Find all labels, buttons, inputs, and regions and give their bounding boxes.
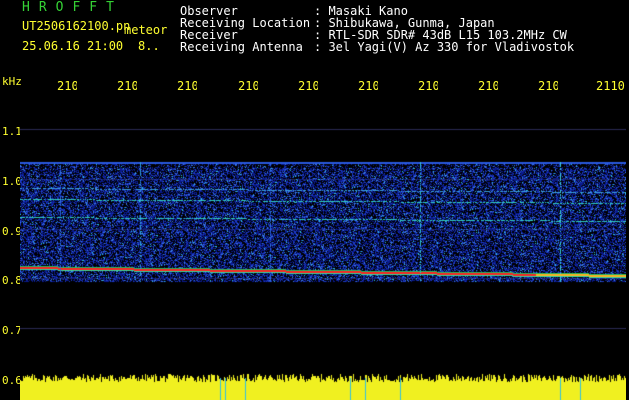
y-axis-unit: kHz: [2, 75, 22, 88]
app-logo: HROFFT: [22, 0, 123, 15]
x-tick: 210: [298, 79, 318, 93]
y-tick: 0.6: [2, 374, 22, 387]
amplitude-strip: [20, 372, 626, 400]
x-tick: 210: [117, 79, 137, 93]
x-tick: 210: [358, 79, 378, 93]
file-name: UT2506162100.pn: [22, 19, 131, 33]
date-time: 25.06.16 21:00: [22, 39, 124, 53]
spectrogram-canvas: [20, 96, 626, 380]
x-tick: 210: [418, 79, 438, 93]
y-tick: 0.9: [2, 225, 22, 238]
x-tick: 210: [538, 79, 558, 93]
x-tick: 2110: [596, 79, 625, 93]
x-tick: 210: [238, 79, 258, 93]
meteor-count: 8..: [138, 39, 160, 53]
y-tick: 1.1: [2, 125, 22, 138]
x-tick: 210: [478, 79, 498, 93]
meteor-label: meteor: [124, 23, 168, 37]
y-tick: 0.7: [2, 324, 22, 337]
meta-antenna: Receiving Antenna : 3el Yagi(V) Az 330 fo…: [180, 41, 574, 53]
y-tick: 0.8: [2, 274, 22, 287]
x-tick: 210: [177, 79, 197, 93]
meta-label: Receiving Antenna: [180, 40, 303, 54]
y-tick: 1.0: [2, 175, 22, 188]
meta-value: : 3el Yagi(V) Az 330 for Vladivostok: [314, 40, 575, 54]
x-tick: 210: [57, 79, 77, 93]
